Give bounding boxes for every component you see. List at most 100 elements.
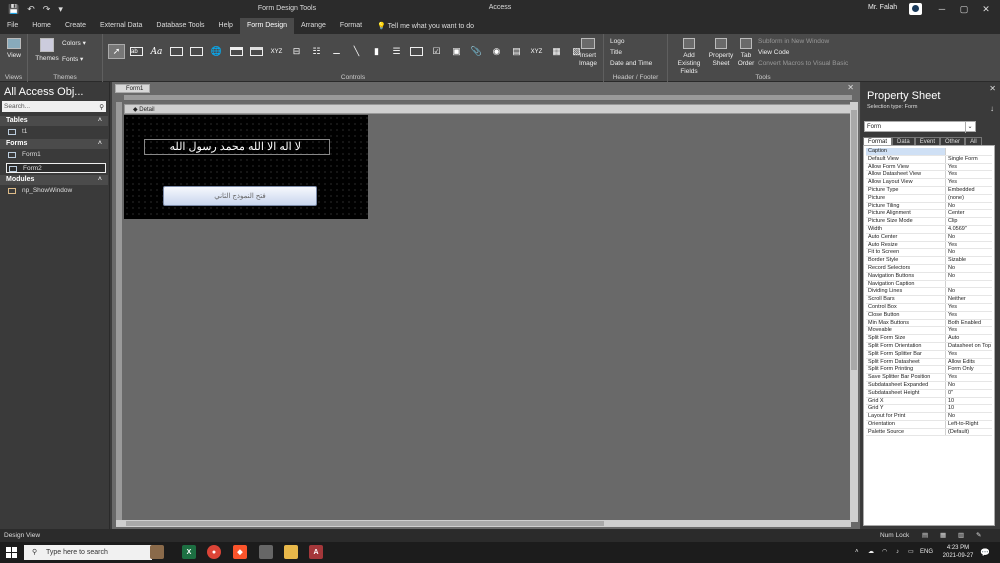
property-value[interactable]: No <box>946 273 992 280</box>
property-row[interactable]: Allow Datasheet View Yes <box>866 171 992 180</box>
property-value[interactable]: Yes <box>946 164 992 171</box>
toggle-button-icon[interactable]: ▮ <box>368 44 385 59</box>
rectangle-control-icon[interactable] <box>408 44 425 59</box>
tray-volume-icon[interactable]: ♪ <box>896 542 899 563</box>
detail-section-header[interactable]: ◆ Detail <box>124 104 852 114</box>
tab-external-data[interactable]: External Data <box>93 18 149 34</box>
language-indicator[interactable]: ENG <box>920 542 933 563</box>
convert-macros-button[interactable]: Convert Macros to Visual Basic <box>758 60 848 68</box>
tab-form-design[interactable]: Form Design <box>239 18 295 34</box>
property-value[interactable]: Allow Edits <box>946 359 992 366</box>
tab-format-props[interactable]: Format <box>863 137 893 145</box>
property-row[interactable]: Split Form Orientation Datasheet on Top <box>866 342 992 351</box>
chrome-icon[interactable]: ● <box>207 545 221 559</box>
property-value[interactable]: No <box>946 203 992 210</box>
property-row[interactable]: Picture Alignment Center <box>866 210 992 219</box>
property-row[interactable]: Picture (none) <box>866 194 992 203</box>
nav-category-modules[interactable]: Modules ˄ <box>0 175 108 185</box>
select-pointer-icon[interactable]: ➚ <box>108 44 125 59</box>
themes-button[interactable]: Themes <box>34 38 60 63</box>
property-value[interactable]: Left-to-Right <box>946 421 992 428</box>
view-button[interactable]: View <box>3 38 25 60</box>
property-value[interactable]: No <box>946 413 992 420</box>
object-frame-icon[interactable]: XYZ <box>528 44 545 59</box>
property-value[interactable]: Sizable <box>946 257 992 264</box>
tray-wifi-icon[interactable]: ◠ <box>882 542 887 563</box>
property-row[interactable]: Scroll Bars Neither <box>866 296 992 304</box>
nav-item-form1[interactable]: Form1 <box>6 150 106 160</box>
property-row[interactable]: Close Button Yes <box>866 311 992 320</box>
property-value[interactable]: Clip <box>946 218 992 225</box>
date-time-button[interactable]: Date and Time <box>610 60 652 68</box>
windows-start-icon[interactable] <box>6 547 17 558</box>
property-value[interactable]: Single Form <box>946 156 992 163</box>
property-row[interactable]: Border Style Sizable <box>866 257 992 265</box>
maximize-button[interactable]: ▢ <box>957 2 971 16</box>
property-value[interactable] <box>946 281 992 288</box>
form-detail-canvas[interactable]: لا اله الا الله محمد رسول الله فتح النمو… <box>124 115 368 219</box>
nav-item-form2[interactable]: Form2 <box>6 163 106 173</box>
property-row[interactable]: Default View Single Form <box>866 155 992 164</box>
horizontal-scroll-thumb[interactable] <box>126 521 604 526</box>
property-row[interactable]: Picture Tiling No <box>866 202 992 211</box>
property-row[interactable]: Width 4.0569" <box>866 225 992 234</box>
checkbox-control-icon[interactable]: ☑ <box>428 44 445 59</box>
property-value[interactable]: Yes <box>946 374 992 381</box>
tab-other-props[interactable]: Other <box>940 137 966 145</box>
save-icon[interactable]: 💾 <box>8 4 19 15</box>
vertical-scrollbar[interactable] <box>850 102 858 522</box>
open-second-form-button[interactable]: فتح النموذج الثاني <box>163 186 317 206</box>
property-value[interactable]: No <box>946 288 992 295</box>
vertical-scroll-thumb[interactable] <box>851 110 857 370</box>
arabic-label-control[interactable]: لا اله الا الله محمد رسول الله <box>144 139 330 155</box>
layout-view-icon[interactable]: ▥ <box>958 529 964 542</box>
tell-me-box[interactable]: 💡 Tell me what you want to do <box>369 22 474 30</box>
minimize-button[interactable]: ─ <box>935 2 949 16</box>
property-value[interactable]: 10 <box>946 405 992 412</box>
property-sheet-button[interactable]: Property Sheet <box>708 38 734 68</box>
undo-icon[interactable]: ↶ <box>27 4 35 15</box>
tab-format[interactable]: Format <box>333 18 369 34</box>
property-row[interactable]: Record Selectors No <box>866 264 992 273</box>
close-pane-icon[interactable]: ✕ <box>989 84 996 93</box>
property-value[interactable]: Yes <box>946 179 992 186</box>
property-row[interactable]: Split Form Datasheet Allow Edits <box>866 358 992 367</box>
datasheet-view-icon[interactable]: ▦ <box>940 529 946 542</box>
property-value[interactable]: Yes <box>946 304 992 311</box>
nav-category-tables[interactable]: Tables ˄ <box>0 116 108 126</box>
tab-home[interactable]: Home <box>25 18 58 34</box>
app-icon[interactable] <box>259 545 273 559</box>
property-value[interactable]: No <box>946 234 992 241</box>
property-value[interactable]: No <box>946 249 992 256</box>
design-view-icon[interactable]: ✎ <box>976 529 981 542</box>
property-value[interactable]: No <box>946 265 992 272</box>
property-row[interactable]: Subdatasheet Height 0" <box>866 389 992 398</box>
tray-chevron-icon[interactable]: ˄ <box>855 542 859 563</box>
property-value[interactable]: No <box>946 382 992 389</box>
property-row[interactable]: Save Splitter Bar Position Yes <box>866 374 992 382</box>
property-row[interactable]: Split Form Splitter Bar Yes <box>866 350 992 359</box>
insert-image-button[interactable]: Insert Image <box>576 38 600 68</box>
property-value[interactable]: Yes <box>946 171 992 178</box>
web-browser-control-icon[interactable] <box>228 44 245 59</box>
taskbar-search[interactable]: ⚲ Type here to search <box>24 545 152 560</box>
label-control-icon[interactable]: Aa <box>148 44 165 59</box>
option-button-icon[interactable]: ◉ <box>488 44 505 59</box>
textbox-control-icon[interactable]: ab <box>128 44 145 59</box>
property-row[interactable]: Navigation Buttons No <box>866 272 992 281</box>
property-value[interactable]: Yes <box>946 312 992 319</box>
property-value[interactable]: (Default) <box>946 429 992 436</box>
nav-item-np-showwindow[interactable]: np_ShowWindow <box>6 186 106 196</box>
property-value[interactable]: Embedded <box>946 187 992 194</box>
property-row[interactable]: Navigation Caption <box>866 280 992 289</box>
taskbar-clock[interactable]: 4:23 PM 2021-09-27 <box>940 544 976 560</box>
bound-object-icon[interactable]: ▦ <box>548 44 565 59</box>
object-selector[interactable]: Form ⌄ <box>864 121 976 133</box>
colors-button[interactable]: Colors ▾ <box>62 40 86 48</box>
attachment-icon[interactable]: 📎 <box>468 44 485 59</box>
user-name[interactable]: Mr. Falah <box>868 4 897 11</box>
title-button[interactable]: Title <box>610 49 622 57</box>
property-row[interactable]: Split Form Printing Form Only <box>866 366 992 375</box>
property-row[interactable]: Picture Type Embedded <box>866 186 992 195</box>
property-value[interactable]: Datasheet on Top <box>946 343 992 350</box>
